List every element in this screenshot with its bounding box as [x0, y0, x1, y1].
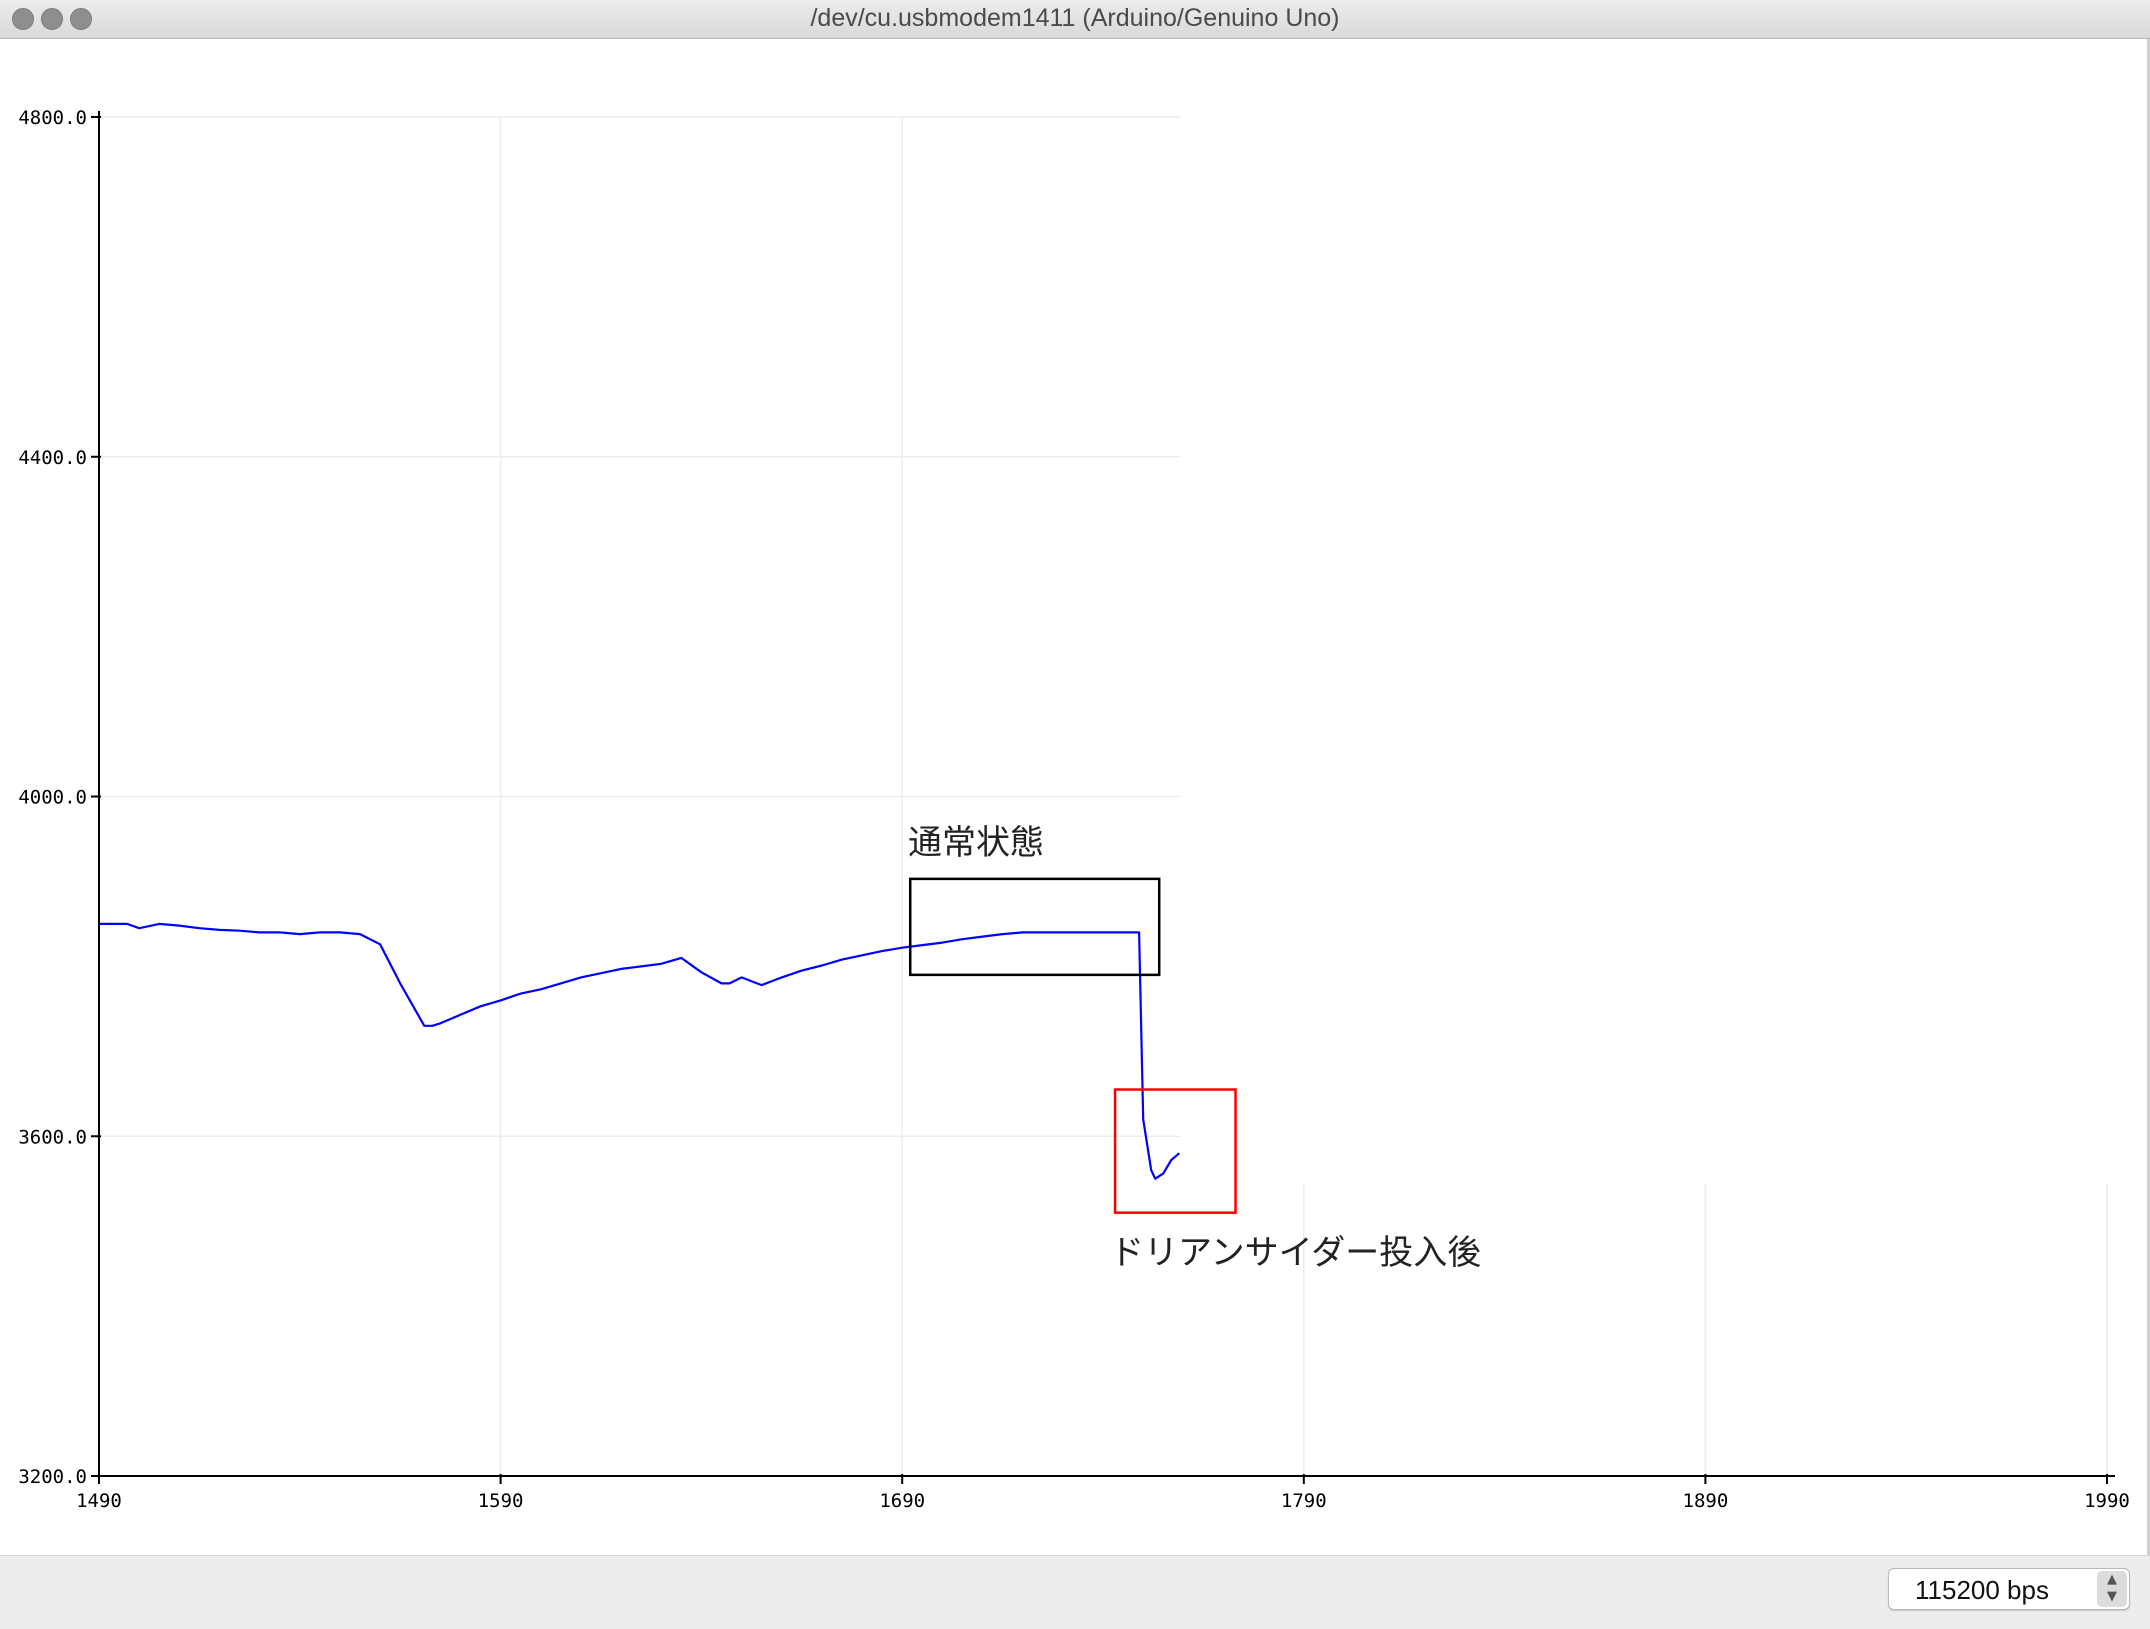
after-durian-cider-box: [1113, 1088, 1237, 1214]
baud-rate-value: 115200 bps: [1915, 1575, 2049, 1605]
x-tick-label: 1790: [1281, 1490, 1327, 1512]
x-tick-label: 1590: [478, 1490, 524, 1512]
plot-axes: [98, 111, 2115, 1477]
x-tick-label: 1890: [1683, 1490, 1729, 1512]
plot-area: 3200.0 3600.0 4000.0 4400.0 4800.0 1490 1590 1…: [0, 39, 2150, 1555]
chevron-up-icon: ▲: [2107, 1572, 2117, 1587]
serial-plotter-window: /dev/cu.usbmodem1411 (Arduino/Genuino Un…: [0, 0, 2150, 1629]
y-tick-label: 3600.0: [18, 1126, 87, 1148]
serial-plot-chart: 3200.03600.04000.04400.04800.0 1490 1590 1…: [18, 107, 2130, 1512]
after-durian-cider-label: ドリアンサイダー投入後: [1110, 1233, 1481, 1273]
chevron-down-icon: ▼: [2107, 1589, 2117, 1604]
y-tick-labels: 3200.0 3600.0 4000.0 4400.0 4800.0: [18, 107, 101, 1488]
grid-lines: [99, 116, 2108, 1476]
x-tick-label: 1690: [879, 1490, 925, 1512]
y-tick-label: 4000.0: [18, 787, 87, 809]
series-line: [99, 922, 1181, 1180]
normal-state-box: [908, 877, 1161, 977]
x-tick-label: 1490: [76, 1490, 122, 1512]
y-tick-label: 4800.0: [18, 107, 87, 129]
baud-rate-select[interactable]: 115200 bps ▲ ▼: [1888, 1568, 2130, 1610]
y-tick-label: 4400.0: [18, 447, 87, 469]
window-title: /dev/cu.usbmodem1411 (Arduino/Genuino Un…: [810, 4, 1340, 32]
x-tick-labels: 1490 1590 1690 1790 1890 1990: [76, 1474, 2130, 1512]
title-bar[interactable]: /dev/cu.usbmodem1411 (Arduino/Genuino Un…: [0, 0, 2150, 39]
y-tick-label: 3200.0: [18, 1466, 87, 1488]
normal-state-label: 通常状態: [908, 823, 1044, 863]
chevron-updown-icon[interactable]: ▲ ▼: [2097, 1571, 2127, 1607]
x-tick-label: 1990: [2084, 1490, 2130, 1512]
bottom-toolbar: 115200 bps ▲ ▼: [0, 1555, 2150, 1629]
